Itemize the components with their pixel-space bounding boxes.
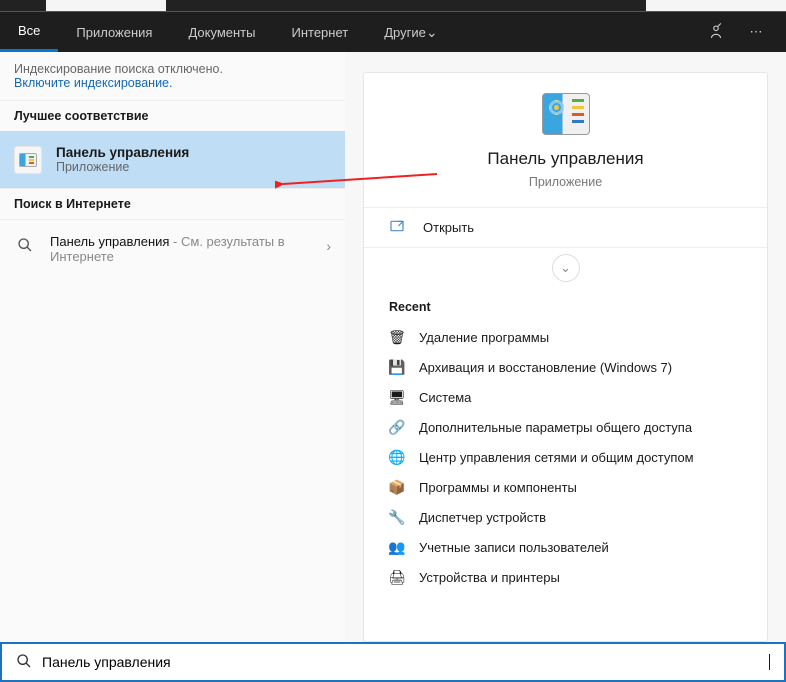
search-icon — [14, 234, 36, 256]
enable-indexing-link[interactable]: Включите индексирование. — [14, 76, 173, 90]
open-icon — [389, 218, 405, 237]
recent-item-icon: 🌐 — [389, 449, 405, 465]
tab-internet[interactable]: Интернет — [273, 12, 366, 52]
recent-item[interactable]: 💾 Архивация и восстановление (Windows 7) — [364, 352, 767, 382]
recent-item-label: Дополнительные параметры общего доступа — [419, 420, 692, 435]
more-icon[interactable]: ⋯ — [736, 12, 776, 52]
recent-item-label: Архивация и восстановление (Windows 7) — [419, 360, 672, 375]
search-input[interactable] — [42, 654, 770, 670]
recent-item-icon: 📦 — [389, 479, 405, 495]
recent-item-label: Учетные записи пользователей — [419, 540, 609, 555]
recent-item-label: Система — [419, 390, 471, 405]
recent-item[interactable]: 🖨 Устройства и принтеры — [364, 562, 767, 592]
open-label: Открыть — [423, 220, 474, 235]
indexing-notice: Индексирование поиска отключено. Включит… — [0, 52, 345, 100]
search-box[interactable] — [0, 642, 786, 682]
tab-all[interactable]: Все — [0, 12, 58, 52]
recent-item[interactable]: 📦 Программы и компоненты — [364, 472, 767, 502]
recent-heading: Recent — [364, 288, 767, 322]
feedback-icon[interactable] — [696, 12, 736, 52]
recent-item-label: Диспетчер устройств — [419, 510, 546, 525]
tab-more[interactable]: Другие — [366, 12, 455, 52]
recent-item-icon: 🖨 — [389, 569, 405, 585]
preview-title: Панель управления — [487, 149, 643, 169]
control-panel-icon-large — [542, 93, 590, 135]
best-match-result[interactable]: Панель управления Приложение — [0, 131, 345, 188]
recent-item-icon: 🖥 — [389, 389, 405, 405]
recent-item[interactable]: 👥 Учетные записи пользователей — [364, 532, 767, 562]
best-match-heading: Лучшее соответствие — [0, 100, 345, 131]
recent-item-icon: 🔧 — [389, 509, 405, 525]
recent-item-label: Устройства и принтеры — [419, 570, 560, 585]
window-chrome — [0, 0, 786, 12]
recent-item-icon: 🗑 — [389, 329, 405, 345]
preview-panel: Панель управления Приложение Открыть ⌄ R… — [345, 52, 786, 642]
tab-apps[interactable]: Приложения — [58, 12, 170, 52]
tab-documents[interactable]: Документы — [170, 12, 273, 52]
recent-item-label: Удаление программы — [419, 330, 549, 345]
notice-text: Индексирование поиска отключено. — [14, 62, 223, 76]
search-tabs: Все Приложения Документы Интернет Другие… — [0, 12, 786, 52]
recent-item-icon: 👥 — [389, 539, 405, 555]
web-search-heading: Поиск в Интернете — [0, 188, 345, 219]
result-subtitle: Приложение — [56, 160, 331, 174]
recent-item-icon: 🔗 — [389, 419, 405, 435]
search-icon — [16, 653, 32, 672]
recent-item[interactable]: 🔧 Диспетчер устройств — [364, 502, 767, 532]
results-panel: Индексирование поиска отключено. Включит… — [0, 52, 345, 642]
recent-item-icon: 💾 — [389, 359, 405, 375]
recent-item-label: Программы и компоненты — [419, 480, 577, 495]
recent-item[interactable]: 🌐 Центр управления сетями и общим доступо… — [364, 442, 767, 472]
preview-subtitle: Приложение — [529, 175, 602, 189]
recent-item-label: Центр управления сетями и общим доступом — [419, 450, 694, 465]
result-title: Панель управления — [56, 145, 331, 160]
control-panel-icon — [14, 146, 42, 174]
web-result-title: Панель управления — [50, 234, 169, 249]
chevron-right-icon: › — [326, 234, 331, 254]
expand-button[interactable]: ⌄ — [552, 254, 580, 282]
web-result[interactable]: Панель управления - См. результаты в Инт… — [0, 219, 345, 278]
recent-item[interactable]: 🗑 Удаление программы — [364, 322, 767, 352]
open-action[interactable]: Открыть — [364, 207, 767, 248]
recent-item[interactable]: 🔗 Дополнительные параметры общего доступа — [364, 412, 767, 442]
recent-item[interactable]: 🖥 Система — [364, 382, 767, 412]
